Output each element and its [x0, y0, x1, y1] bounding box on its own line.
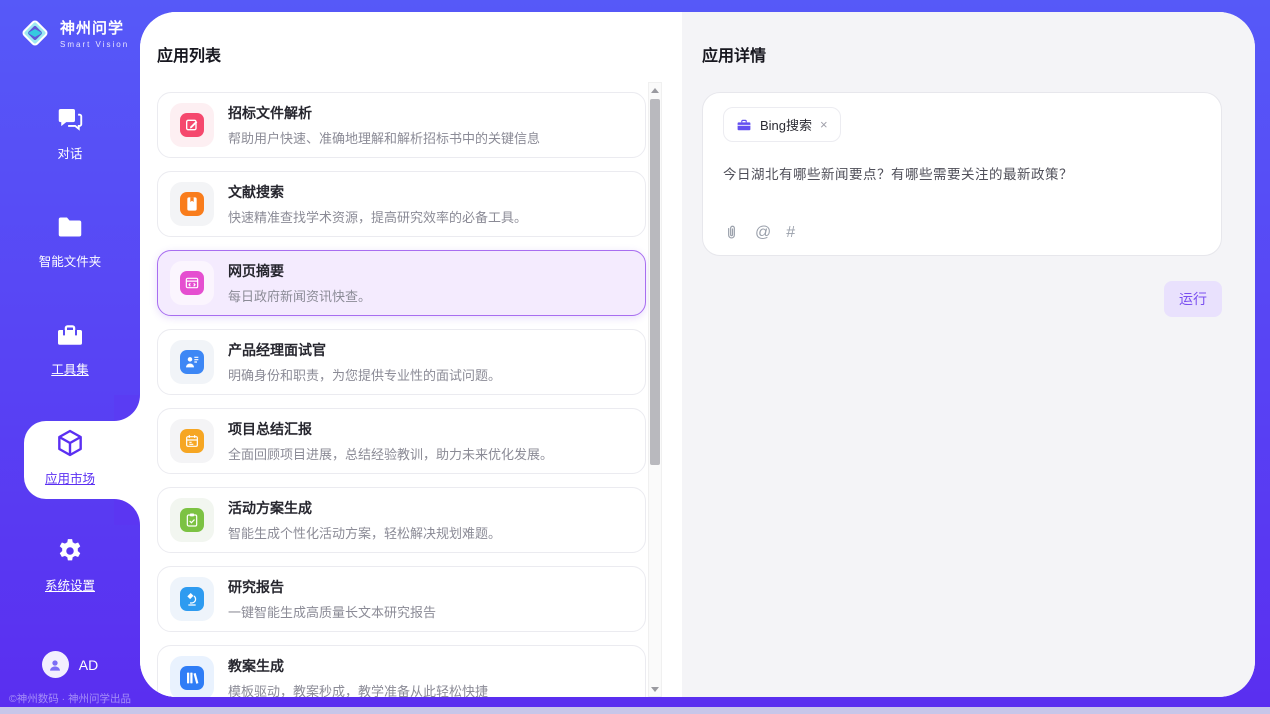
app-title: 产品经理面试官	[228, 340, 501, 360]
sidebar-item-label: 系统设置	[45, 575, 95, 594]
app-card-event-plan[interactable]: 活动方案生成 智能生成个性化活动方案，轻松解决规划难题。	[157, 487, 646, 553]
attachment-icon[interactable]	[723, 224, 740, 241]
app-card-lesson-plan[interactable]: 教案生成 模板驱动，教案秒成，教学准备从此轻松快捷	[157, 645, 646, 697]
user-account[interactable]: AD	[0, 651, 140, 678]
composer-toolbar: @ #	[723, 224, 795, 241]
sidebar-item-settings[interactable]: 系统设置	[0, 511, 140, 619]
chat-icon	[55, 104, 85, 134]
scrollbar-thumb[interactable]	[650, 99, 660, 465]
app-card-research-report[interactable]: 研究报告 一键智能生成高质量长文本研究报告	[157, 566, 646, 632]
app-title: 研究报告	[228, 577, 436, 597]
clipboard-check-icon	[180, 508, 204, 532]
sidebar-nav: 对话 智能文件夹 工具集	[0, 79, 140, 619]
app-detail-pane: 应用详情 Bing搜索 × 今日湖北有哪些新闻要点？有哪些需要关注的最新政策？	[682, 12, 1255, 697]
app-desc: 全面回顾项目进展，总结经验教训，助力未来优化发展。	[228, 444, 553, 463]
app-title: 活动方案生成	[228, 498, 501, 518]
person-icon	[47, 657, 63, 673]
tool-tag-label: Bing搜索	[760, 115, 812, 134]
app-title: 项目总结汇报	[228, 419, 553, 439]
app-card-project-summary[interactable]: 项目总结汇报 全面回顾项目进展，总结经验教训，助力未来优化发展。	[157, 408, 646, 474]
user-initials: AD	[79, 657, 98, 673]
bottom-strip	[0, 707, 1270, 714]
gear-icon	[55, 536, 85, 566]
mention-icon[interactable]: @	[755, 225, 771, 241]
sidebar-item-app-market[interactable]: 应用市场	[0, 403, 140, 511]
app-icon-wrap	[170, 498, 214, 542]
toolbox-icon	[55, 320, 85, 350]
app-desc: 帮助用户快速、准确地理解和解析招标书中的关键信息	[228, 128, 540, 147]
prompt-composer[interactable]: Bing搜索 × 今日湖北有哪些新闻要点？有哪些需要关注的最新政策？ @ #	[702, 92, 1222, 256]
sidebar: 神州问学 Smart Vision 对话 智能文件夹	[0, 0, 140, 714]
briefcase-icon	[736, 117, 752, 133]
sidebar-item-toolbox[interactable]: 工具集	[0, 295, 140, 403]
app-icon-wrap	[170, 261, 214, 305]
microscope-icon	[180, 587, 204, 611]
sidebar-item-label: 对话	[57, 143, 82, 162]
books-icon	[180, 666, 204, 690]
edit-document-icon	[180, 113, 204, 137]
book-icon	[180, 192, 204, 216]
app-card-list: 招标文件解析 帮助用户快速、准确地理解和解析招标书中的关键信息 文献搜索 快速精…	[157, 92, 646, 697]
app-card-web-summary[interactable]: 网页摘要 每日政府新闻资讯快查。	[157, 250, 646, 316]
scrollbar-down-arrow[interactable]	[649, 682, 661, 696]
app-desc: 智能生成个性化活动方案，轻松解决规划难题。	[228, 523, 501, 542]
tool-tag-bing-search[interactable]: Bing搜索 ×	[723, 107, 841, 142]
prompt-text[interactable]: 今日湖北有哪些新闻要点？有哪些需要关注的最新政策？	[723, 163, 1201, 183]
topic-icon[interactable]: #	[786, 225, 795, 241]
app-desc: 一键智能生成高质量长文本研究报告	[228, 602, 436, 621]
sidebar-item-label: 工具集	[51, 359, 89, 378]
brand-name: 神州问学	[60, 17, 129, 38]
app-detail-title: 应用详情	[702, 42, 1222, 66]
app-title: 网页摘要	[228, 261, 371, 281]
sidebar-item-label: 智能文件夹	[39, 251, 102, 270]
scrollbar-up-arrow[interactable]	[649, 83, 661, 97]
app-desc: 每日政府新闻资讯快查。	[228, 286, 371, 305]
copyright-text: ©神州数码 · 神州问学出品	[0, 691, 140, 706]
app-list-title: 应用列表	[157, 42, 682, 66]
brand-logo: 神州问学 Smart Vision	[18, 16, 129, 50]
close-icon[interactable]: ×	[820, 117, 828, 132]
app-icon-wrap	[170, 577, 214, 621]
brand-tagline: Smart Vision	[60, 40, 129, 49]
list-scrollbar[interactable]	[648, 82, 662, 697]
sidebar-item-smart-folder[interactable]: 智能文件夹	[0, 187, 140, 295]
app-title: 文献搜索	[228, 182, 527, 202]
app-title: 招标文件解析	[228, 103, 540, 123]
app-icon-wrap	[170, 103, 214, 147]
app-card-bid-parse[interactable]: 招标文件解析 帮助用户快速、准确地理解和解析招标书中的关键信息	[157, 92, 646, 158]
main-panel: 应用列表 招标文件解析 帮助用户快速、准确地理解和解析招标书中的关键信息	[140, 12, 1255, 697]
app-card-literature-search[interactable]: 文献搜索 快速精准查找学术资源，提高研究效率的必备工具。	[157, 171, 646, 237]
app-icon-wrap	[170, 182, 214, 226]
cube-icon	[54, 427, 86, 459]
web-page-icon	[180, 271, 204, 295]
run-button[interactable]: 运行	[1164, 281, 1222, 317]
app-desc: 明确身份和职责，为您提供专业性的面试问题。	[228, 365, 501, 384]
app-desc: 快速精准查找学术资源，提高研究效率的必备工具。	[228, 207, 527, 226]
app-icon-wrap	[170, 340, 214, 384]
app-title: 教案生成	[228, 656, 488, 676]
interviewer-icon	[180, 350, 204, 374]
app-icon-wrap	[170, 656, 214, 697]
sidebar-item-label: 应用市场	[45, 468, 95, 487]
folder-icon	[55, 212, 85, 242]
app-card-pm-interviewer[interactable]: 产品经理面试官 明确身份和职责，为您提供专业性的面试问题。	[157, 329, 646, 395]
app-icon-wrap	[170, 419, 214, 463]
brand-logo-icon	[18, 16, 52, 50]
avatar	[42, 651, 69, 678]
app-list-pane: 应用列表 招标文件解析 帮助用户快速、准确地理解和解析招标书中的关键信息	[140, 12, 682, 697]
app-desc: 模板驱动，教案秒成，教学准备从此轻松快捷	[228, 681, 488, 697]
calendar-report-icon	[180, 429, 204, 453]
run-row: 运行	[702, 281, 1222, 317]
sidebar-item-chat[interactable]: 对话	[0, 79, 140, 187]
